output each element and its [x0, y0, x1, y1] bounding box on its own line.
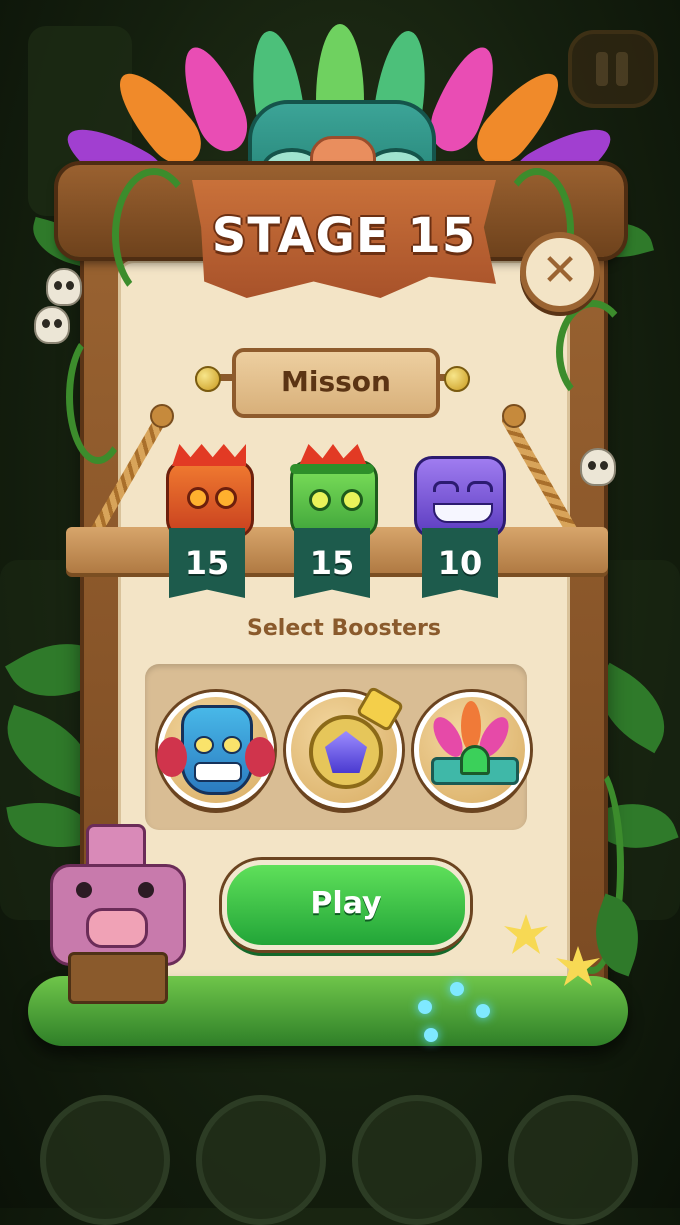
vine-icon — [556, 300, 630, 404]
glowing-bulb-icon — [424, 1028, 438, 1042]
vine-icon — [112, 168, 196, 302]
mission-knob-icon — [195, 366, 221, 392]
boosters-title: Select Boosters — [247, 616, 441, 641]
pause-icon — [568, 30, 658, 108]
glowing-bulb-icon — [476, 1004, 490, 1018]
play-button[interactable]: Play — [222, 860, 470, 950]
feather-crown-booster-icon — [427, 701, 519, 791]
background-booster-slot — [196, 1095, 326, 1225]
vine-icon — [66, 330, 130, 464]
rope-knob-icon — [150, 404, 174, 428]
tiki-mask-booster-icon — [181, 705, 253, 795]
background-booster-slot — [352, 1095, 482, 1225]
close-button[interactable]: ✕ — [520, 232, 600, 312]
background-booster-slot — [40, 1095, 170, 1225]
glowing-bulb-icon — [450, 982, 464, 996]
mission-label: Misson — [232, 348, 440, 418]
purple-mask-tile-icon — [414, 456, 506, 538]
stage-title: STAGE 15 — [211, 208, 477, 264]
mission-goal-count: 15 — [294, 528, 370, 598]
red-mask-tile-icon — [166, 460, 254, 538]
gem-amulet-booster-icon — [309, 715, 383, 789]
booster-feather-crown[interactable] — [414, 692, 530, 808]
skull-icon — [46, 268, 82, 306]
skull-icon — [580, 448, 616, 486]
skull-icon — [34, 306, 70, 344]
mission-goal-count: 15 — [169, 528, 245, 598]
mission-knob-icon — [444, 366, 470, 392]
background-booster-slot — [508, 1095, 638, 1225]
close-icon: ✕ — [541, 245, 579, 296]
booster-tiki-mask[interactable] — [157, 692, 275, 808]
rope-knob-icon — [502, 404, 526, 428]
pig-totem-icon — [40, 820, 190, 1004]
mission-goal-count: 10 — [422, 528, 498, 598]
glowing-bulb-icon — [418, 1000, 432, 1014]
booster-gem-amulet[interactable] — [286, 685, 405, 808]
